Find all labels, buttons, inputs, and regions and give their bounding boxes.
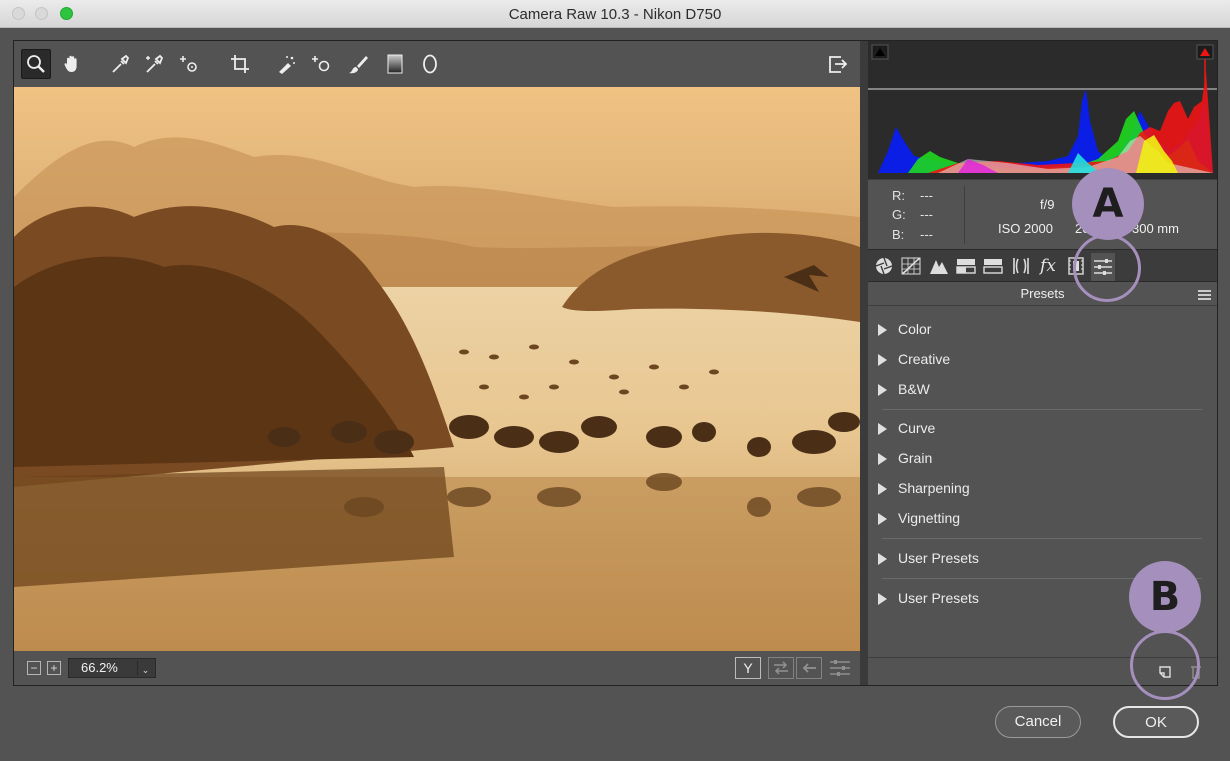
toggle-settings-button[interactable] (828, 659, 852, 682)
hsl-icon (956, 259, 976, 274)
white-balance-tool[interactable] (105, 49, 135, 79)
tab-effects[interactable]: fx (1036, 255, 1060, 277)
expand-triangle-icon (878, 423, 887, 435)
crop-tool[interactable] (225, 49, 255, 79)
g-label: G: (892, 207, 906, 222)
copy-settings-button[interactable] (796, 657, 822, 679)
preset-group-creative[interactable]: Creative (878, 350, 1198, 370)
preset-group-grain[interactable]: Grain (878, 449, 1198, 469)
spot-removal-tool[interactable] (271, 49, 301, 79)
tab-split-toning[interactable] (981, 255, 1005, 277)
expand-triangle-icon (878, 483, 887, 495)
zoom-out-button[interactable]: − (27, 661, 41, 675)
expand-triangle-icon (878, 354, 887, 366)
g-value: --- (920, 207, 933, 222)
expand-triangle-icon (878, 453, 887, 465)
ok-button[interactable]: OK (1113, 706, 1199, 738)
swap-icon (774, 661, 788, 675)
photo-image (14, 87, 860, 651)
graduated-filter-tool[interactable] (380, 49, 410, 79)
preset-group-bw[interactable]: B&W (878, 380, 1198, 400)
r-label: R: (892, 188, 905, 203)
tab-tone-curve[interactable] (899, 255, 923, 277)
expand-triangle-icon (878, 513, 887, 525)
photo-preview[interactable] (14, 87, 860, 651)
focal-length-value: 300 mm (1132, 221, 1179, 236)
open-preferences-button[interactable] (822, 49, 852, 79)
tab-lens-corrections[interactable] (1009, 255, 1033, 277)
before-after-view-button[interactable]: Y (735, 657, 761, 679)
targeted-adjustment-tool[interactable] (174, 49, 204, 79)
cancel-button[interactable]: Cancel (995, 706, 1081, 738)
color-sampler-icon (146, 54, 164, 73)
expand-triangle-icon (878, 324, 887, 336)
red-eye-tool[interactable] (306, 49, 336, 79)
callout-b-ring (1130, 630, 1200, 700)
zoom-icon (27, 55, 45, 73)
zoom-tool[interactable] (21, 49, 51, 79)
histogram-graph (868, 44, 1217, 173)
expand-triangle-icon (878, 553, 887, 565)
preset-separator (882, 409, 1202, 410)
adjustment-brush-icon (349, 56, 368, 74)
preset-group-curve[interactable]: Curve (878, 419, 1198, 439)
title-bar: Camera Raw 10.3 - Nikon D750 (0, 0, 1230, 28)
zoom-level-value: 66.2% (81, 660, 118, 675)
pixel-info: R: --- G: --- B: --- f/9 ISO 2000 20 300… (868, 179, 1217, 249)
callout-b: B (1129, 561, 1201, 633)
toolbar (14, 41, 860, 87)
detail-icon (930, 260, 948, 274)
before-after-view-icon: Y (743, 660, 753, 676)
tab-basic[interactable] (872, 255, 896, 277)
sliders-icon (830, 660, 850, 676)
callout-a: A (1072, 168, 1144, 240)
status-bar: − + 66.2% ⌄ Y (14, 651, 860, 685)
spot-removal-icon (279, 56, 295, 74)
preset-separator (882, 538, 1202, 539)
split-toning-icon (983, 259, 1003, 274)
zoom-dropdown-arrow[interactable]: ⌄ (137, 661, 153, 675)
graduated-filter-icon (387, 54, 403, 74)
histogram (868, 41, 1217, 179)
white-balance-icon (112, 54, 130, 73)
basic-aperture-icon (875, 257, 893, 275)
red-eye-icon (312, 56, 330, 72)
aperture-value: f/9 (1040, 197, 1055, 212)
crop-icon (231, 55, 249, 73)
tab-hsl[interactable] (954, 255, 978, 277)
adjustment-brush-tool[interactable] (343, 49, 373, 79)
copy-settings-icon (802, 663, 816, 673)
iso-value: ISO 2000 (998, 221, 1053, 236)
b-label: B: (892, 227, 905, 242)
b-value: --- (920, 227, 933, 242)
presets-title: Presets (1020, 286, 1065, 301)
radial-filter-tool[interactable] (415, 49, 445, 79)
info-divider (964, 186, 965, 244)
targeted-adjustment-icon (180, 56, 197, 72)
swap-settings-button[interactable] (768, 657, 794, 679)
radial-filter-icon (423, 54, 437, 74)
effects-fx-icon: fx (1040, 256, 1056, 276)
expand-triangle-icon (878, 593, 887, 605)
preset-group-vignetting[interactable]: Vignetting (878, 509, 1198, 529)
open-preferences-icon (829, 56, 848, 73)
lens-corrections-icon (1013, 258, 1029, 274)
expand-triangle-icon (878, 384, 887, 396)
panel-menu-icon[interactable] (1198, 290, 1211, 302)
window-title: Camera Raw 10.3 - Nikon D750 (508, 6, 722, 23)
callout-a-ring (1073, 234, 1141, 302)
preset-group-color[interactable]: Color (878, 320, 1198, 340)
hand-tool[interactable] (57, 49, 87, 79)
panel-tabs: fx (868, 249, 1217, 282)
tone-curve-icon (901, 257, 921, 275)
zoom-level-field[interactable]: 66.2% ⌄ (68, 658, 156, 678)
r-value: --- (920, 188, 933, 203)
zoom-in-button[interactable]: + (47, 661, 61, 675)
presets-panel-header: Presets (868, 282, 1217, 306)
preset-group-sharpening[interactable]: Sharpening (878, 479, 1198, 499)
hand-icon (64, 55, 77, 72)
tab-detail[interactable] (927, 255, 951, 277)
color-sampler-tool[interactable] (139, 49, 169, 79)
